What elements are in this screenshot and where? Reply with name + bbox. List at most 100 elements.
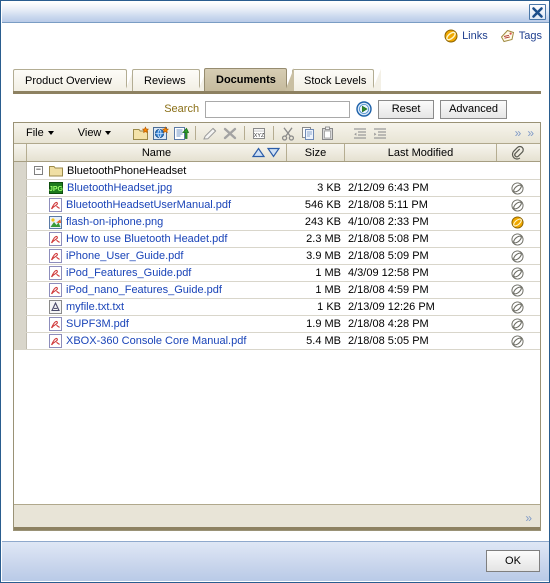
column-header-size[interactable]: Size	[287, 144, 345, 161]
row-selector[interactable]	[14, 180, 27, 196]
column-header-attachment[interactable]	[497, 144, 538, 161]
attachment-icon[interactable]	[511, 266, 524, 280]
links-label: Links	[462, 30, 488, 42]
view-menu[interactable]: View	[72, 126, 118, 140]
search-input[interactable]	[205, 100, 351, 118]
row-selector[interactable]	[14, 162, 27, 179]
links-button[interactable]: Links	[444, 29, 488, 43]
cut-icon[interactable]	[278, 124, 298, 143]
edit-icon[interactable]	[200, 124, 220, 143]
dialog-button-bar: OK	[2, 541, 549, 581]
file-attachment-cell[interactable]	[497, 214, 538, 230]
row-selector[interactable]	[14, 333, 27, 349]
file-modified-cell: 2/18/08 4:59 PM	[348, 284, 429, 296]
file-attachment-cell[interactable]	[497, 299, 538, 315]
file-attachment-cell[interactable]	[497, 248, 538, 264]
ok-button[interactable]: OK	[486, 550, 540, 572]
row-selector[interactable]	[14, 299, 27, 315]
file-size-cell: 546 KB	[304, 199, 341, 211]
tags-button[interactable]: Tags	[500, 29, 542, 43]
table-row[interactable]: BluetoothHeadsetUserManual.pdf 546 KB 2/18…	[14, 197, 540, 214]
folder-expander[interactable]: −	[34, 166, 43, 175]
table-row[interactable]: iPod_nano_Features_Guide.pdf 1 MB 2/18/08 …	[14, 282, 540, 299]
file-name-link[interactable]: myfile.txt.txt	[66, 301, 124, 313]
row-selector[interactable]	[14, 248, 27, 264]
row-selector[interactable]	[14, 265, 27, 281]
file-name-link[interactable]: How to use Bluetooth Headet.pdf	[66, 233, 227, 245]
file-menu[interactable]: File	[20, 126, 60, 140]
attachment-icon[interactable]	[511, 317, 524, 331]
outdent-icon[interactable]	[350, 124, 370, 143]
new-folder-icon[interactable]	[131, 124, 151, 143]
copy-icon[interactable]	[298, 124, 318, 143]
column-header-name[interactable]: Name	[27, 144, 287, 161]
table-row[interactable]: myfile.txt.txt 1 KB 2/13/09 12:26 PM	[14, 299, 540, 316]
row-selector[interactable]	[14, 231, 27, 247]
attachment-icon[interactable]	[511, 181, 524, 195]
advanced-button[interactable]: Advanced	[440, 99, 507, 119]
chevron-down-icon	[105, 131, 112, 135]
file-name-link[interactable]: iPod_Features_Guide.pdf	[66, 267, 191, 279]
file-name-link[interactable]: flash-on-iphone.png	[66, 216, 163, 228]
close-icon[interactable]	[529, 4, 546, 20]
table-row[interactable]: JPG BluetoothHeadset.jpg 3 KB 2/12/09 6:43 …	[14, 180, 540, 197]
row-selector[interactable]	[14, 282, 27, 298]
attachment-icon[interactable]	[511, 215, 524, 229]
table-row[interactable]: iPhone_User_Guide.pdf 3.9 MB 2/18/08 5:09 …	[14, 248, 540, 265]
paste-icon[interactable]	[318, 124, 338, 143]
row-selector[interactable]	[14, 316, 27, 332]
file-name-link[interactable]: iPod_nano_Features_Guide.pdf	[66, 284, 222, 296]
attachment-icon[interactable]	[511, 198, 524, 212]
file-attachment-cell[interactable]	[497, 333, 538, 349]
attachment-icon	[511, 145, 524, 160]
new-link-icon[interactable]	[151, 124, 171, 143]
file-attachment-cell[interactable]	[497, 316, 538, 332]
file-name-cell: SUPF3M.pdf	[27, 316, 287, 332]
file-name-link[interactable]: iPhone_User_Guide.pdf	[66, 250, 183, 262]
file-attachment-cell[interactable]	[497, 265, 538, 281]
close-glyph	[532, 6, 543, 18]
rename-icon[interactable]: XYZ	[249, 124, 269, 143]
toolbar-overflow-right[interactable]: »	[527, 127, 534, 139]
panel-footer: »	[14, 504, 540, 530]
tab-product-overview[interactable]: Product Overview	[13, 69, 134, 91]
attachment-icon[interactable]	[511, 232, 524, 246]
file-name-cell: iPhone_User_Guide.pdf	[27, 248, 287, 264]
sort-ascending-icon[interactable]	[251, 147, 266, 158]
file-attachment-cell[interactable]	[497, 231, 538, 247]
pdf-file-icon	[49, 317, 62, 331]
folder-row[interactable]: − BluetoothPhoneHeadset	[14, 162, 540, 180]
tab-stock-levels[interactable]: Stock Levels	[292, 69, 381, 91]
tab-documents[interactable]: Documents	[204, 68, 294, 91]
reset-button[interactable]: Reset	[378, 99, 435, 119]
table-row[interactable]: SUPF3M.pdf 1.9 MB 2/18/08 4:28 PM	[14, 316, 540, 333]
file-name-link[interactable]: BluetoothHeadsetUserManual.pdf	[66, 199, 231, 211]
panel-footer-overflow[interactable]: »	[525, 512, 532, 524]
attachment-icon[interactable]	[511, 249, 524, 263]
table-row[interactable]: iPod_Features_Guide.pdf 1 MB 4/3/09 12:58 …	[14, 265, 540, 282]
column-header-last-modified[interactable]: Last Modified	[345, 144, 497, 161]
table-row[interactable]: How to use Bluetooth Headet.pdf 2.3 MB 2/1…	[14, 231, 540, 248]
table-row[interactable]: XBOX-360 Console Core Manual.pdf 5.4 MB 2/…	[14, 333, 540, 350]
file-attachment-cell[interactable]	[497, 282, 538, 298]
delete-icon[interactable]	[220, 124, 240, 143]
search-go-icon[interactable]	[356, 101, 372, 117]
tab-reviews[interactable]: Reviews	[132, 69, 207, 91]
attachment-icon[interactable]	[511, 283, 524, 297]
row-selector[interactable]	[14, 214, 27, 230]
indent-icon[interactable]	[370, 124, 390, 143]
file-attachment-cell[interactable]	[497, 197, 538, 213]
file-name-link[interactable]: BluetoothHeadset.jpg	[67, 182, 172, 194]
new-document-icon[interactable]	[171, 124, 191, 143]
file-attachment-cell[interactable]	[497, 180, 538, 196]
file-modified-cell: 2/13/09 12:26 PM	[348, 301, 435, 313]
file-name-link[interactable]: XBOX-360 Console Core Manual.pdf	[66, 335, 246, 347]
sort-descending-icon[interactable]	[266, 147, 281, 158]
toolbar-overflow-left[interactable]: »	[515, 127, 522, 139]
row-selector[interactable]	[14, 197, 27, 213]
file-name-cell: iPod_Features_Guide.pdf	[27, 265, 287, 281]
attachment-icon[interactable]	[511, 334, 524, 348]
file-name-link[interactable]: SUPF3M.pdf	[66, 318, 129, 330]
attachment-icon[interactable]	[511, 300, 524, 314]
table-row[interactable]: flash-on-iphone.png 243 KB 4/10/08 2:33 PM	[14, 214, 540, 231]
